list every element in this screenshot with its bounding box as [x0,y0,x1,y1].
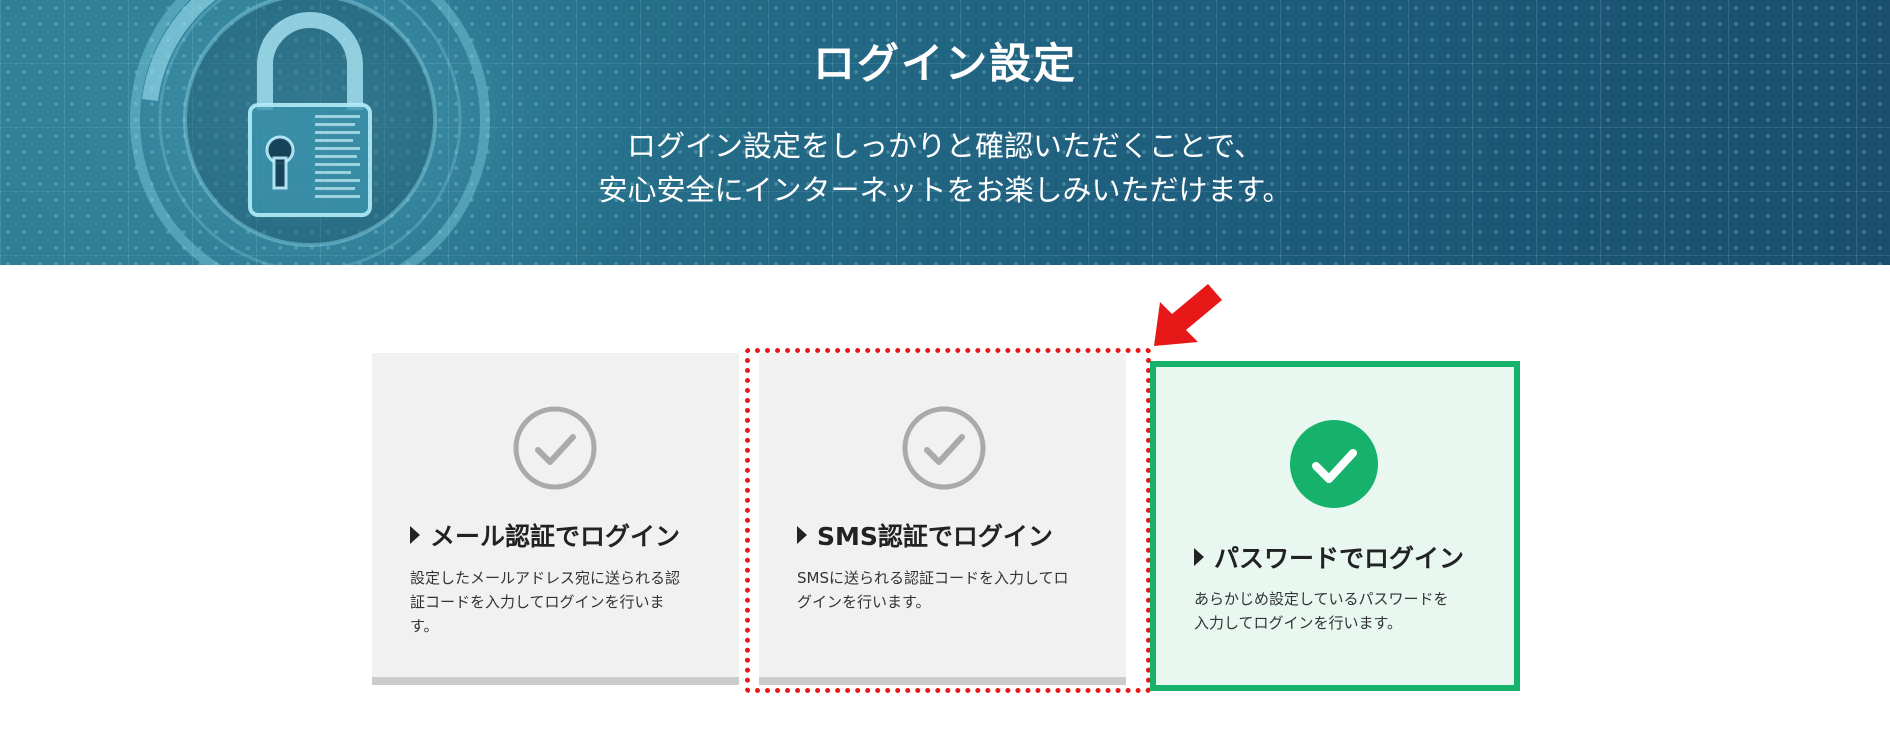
triangle-bullet-icon [410,526,420,544]
hero-subtitle-line-2: 安心安全にインターネットをお楽しみいただけます。 [598,173,1292,207]
option-title: メール認証でログイン [410,517,680,553]
option-desc-line: 入力してログインを行います。 [1194,614,1403,632]
highlight-frame [745,348,1151,693]
option-description: 設定したメールアドレス宛に送られる認 証コードを入力してログインを行いま す。 [410,566,710,638]
option-desc-line: す。 [410,617,439,635]
option-title-text: パスワードでログイン [1214,544,1465,573]
hero-banner: ログイン設定 ログイン設定をしっかりと確認いただくことで、 安心安全にインターネ… [0,0,1890,265]
option-title: パスワードでログイン [1194,539,1464,575]
option-card-email[interactable]: メール認証でログイン 設定したメールアドレス宛に送られる認 証コードを入力してロ… [372,353,739,685]
option-desc-line: 証コードを入力してログインを行いま [410,593,665,611]
option-title-text: メール認証でログイン [430,522,681,551]
triangle-bullet-icon [1194,548,1204,566]
check-circle-outline-icon [513,406,597,490]
hero-subtitle-line-1: ログイン設定をしっかりと確認いただくことで、 [627,129,1263,163]
option-card-password[interactable]: パスワードでログイン あらかじめ設定しているパスワードを 入力してログインを行い… [1150,361,1520,691]
hero-subtitle: ログイン設定をしっかりと確認いただくことで、 安心安全にインターネットをお楽しみ… [0,124,1890,212]
arrow-pointer-icon [1150,280,1230,350]
page-title: ログイン設定 [812,39,1077,88]
option-description: あらかじめ設定しているパスワードを 入力してログインを行います。 [1194,587,1494,635]
option-desc-line: あらかじめ設定しているパスワードを [1194,590,1449,608]
check-circle-filled-icon [1290,420,1378,508]
option-desc-line: 設定したメールアドレス宛に送られる認 [410,569,681,587]
